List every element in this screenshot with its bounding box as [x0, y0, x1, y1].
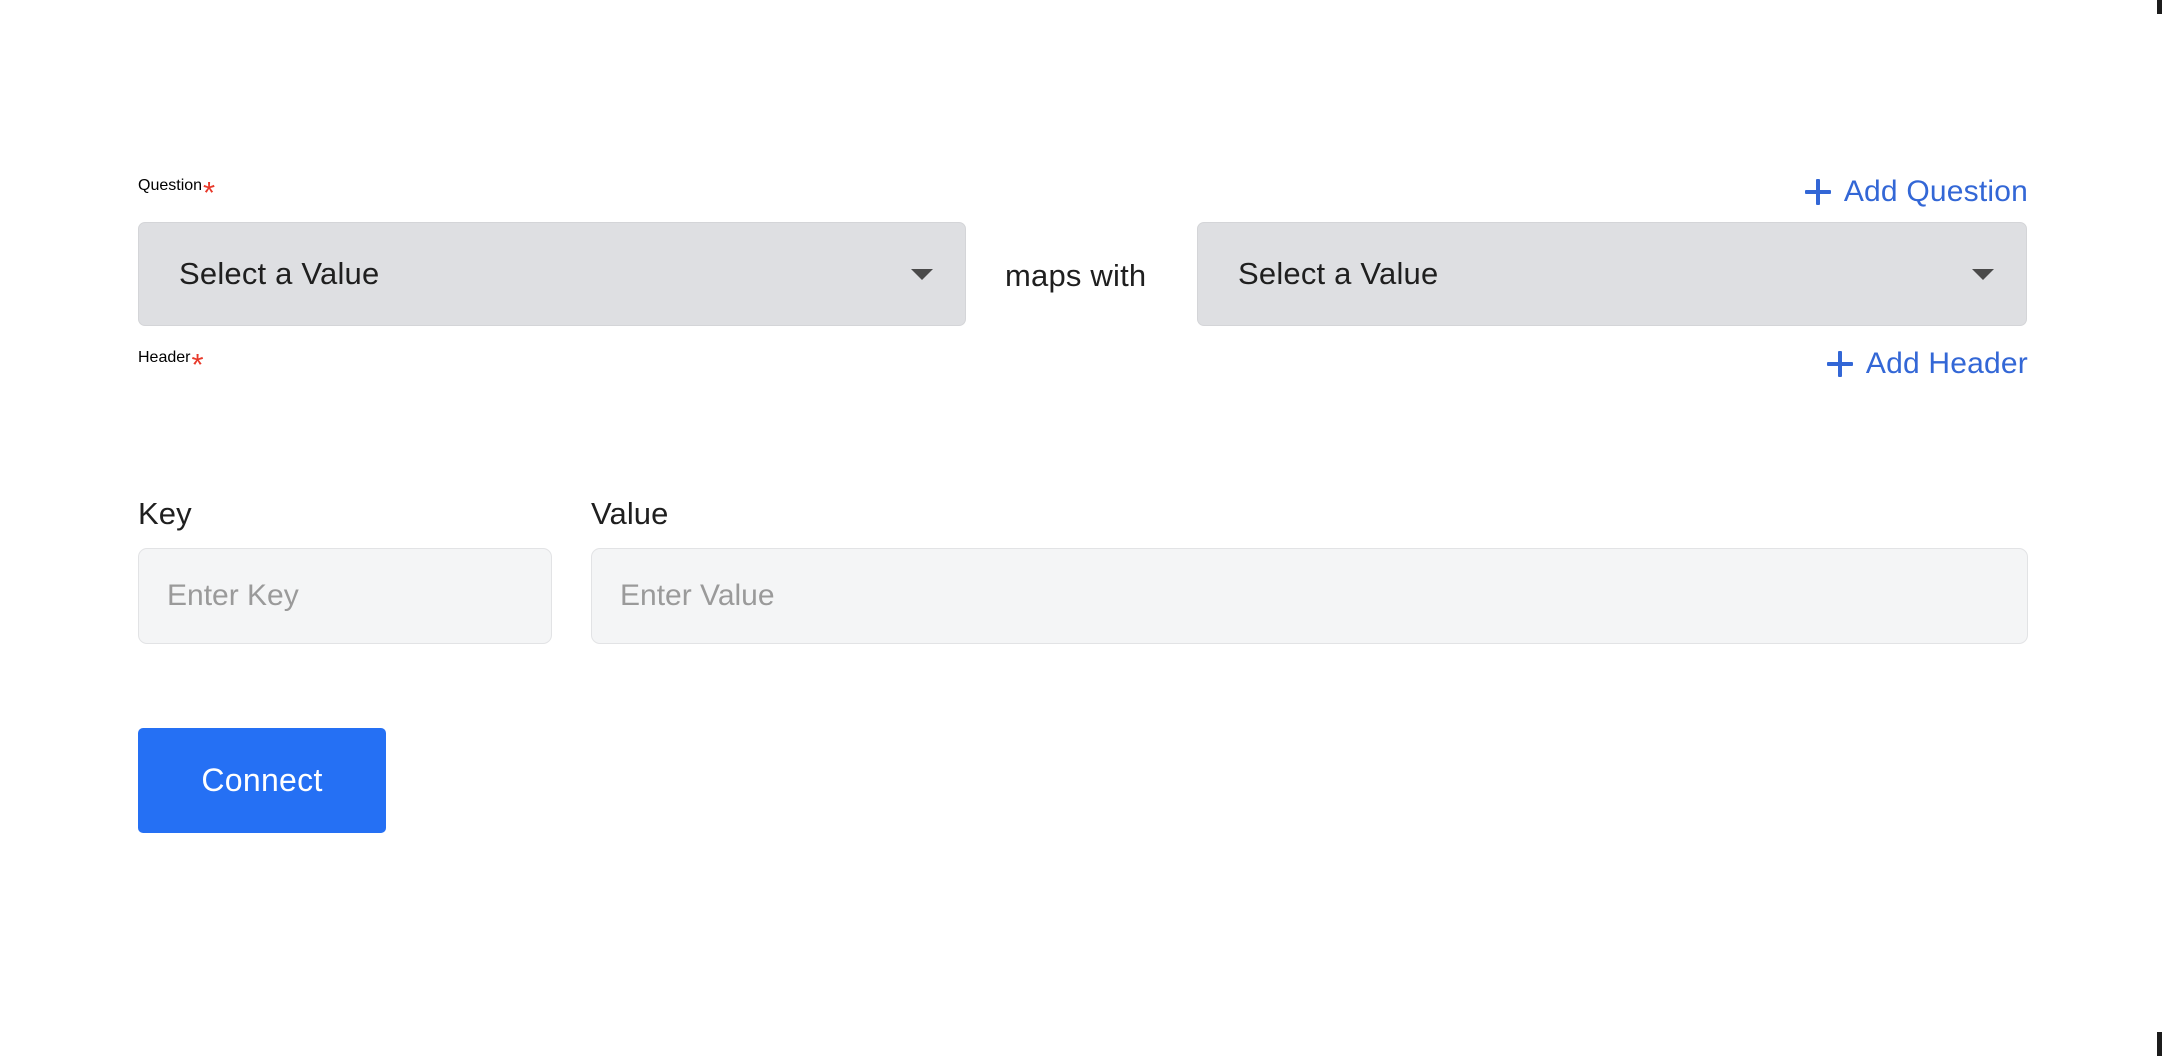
chevron-down-icon [911, 268, 933, 280]
edge-artifact-bottom [2157, 1032, 2162, 1056]
question-label-text: Question [138, 176, 203, 194]
question-label: Question* [138, 177, 215, 208]
question-source-select[interactable]: Select a Value [138, 222, 966, 326]
connect-button[interactable]: Connect [138, 728, 386, 833]
add-header-link[interactable]: Add Header [1826, 347, 2028, 381]
form-page: Question* Add Question Select a Value ma… [0, 0, 2162, 1056]
add-header-label: Add Header [1865, 347, 2028, 380]
header-label-text: Header [138, 348, 191, 366]
question-required-marker: * [203, 174, 216, 210]
header-required-marker: * [191, 346, 204, 382]
value-field-label: Value [591, 496, 669, 531]
question-target-select-value: Select a Value [1238, 256, 1439, 291]
edge-artifact-top [2157, 0, 2162, 14]
key-field-label: Key [138, 496, 192, 531]
header-label: Header* [138, 349, 204, 380]
add-question-label: Add Question [1843, 175, 2028, 208]
header-label-row: Header* Add Header [138, 342, 2028, 386]
plus-icon [1826, 351, 1853, 377]
plus-icon [1804, 179, 1831, 205]
question-source-select-value: Select a Value [179, 256, 380, 291]
maps-with-label: maps with [1005, 258, 1147, 293]
chevron-down-icon [1972, 268, 1994, 280]
value-input[interactable] [591, 548, 2028, 644]
question-label-row: Question* Add Question [138, 170, 2028, 214]
add-question-link[interactable]: Add Question [1804, 175, 2028, 209]
key-input[interactable] [138, 548, 552, 644]
question-target-select[interactable]: Select a Value [1197, 222, 2027, 326]
